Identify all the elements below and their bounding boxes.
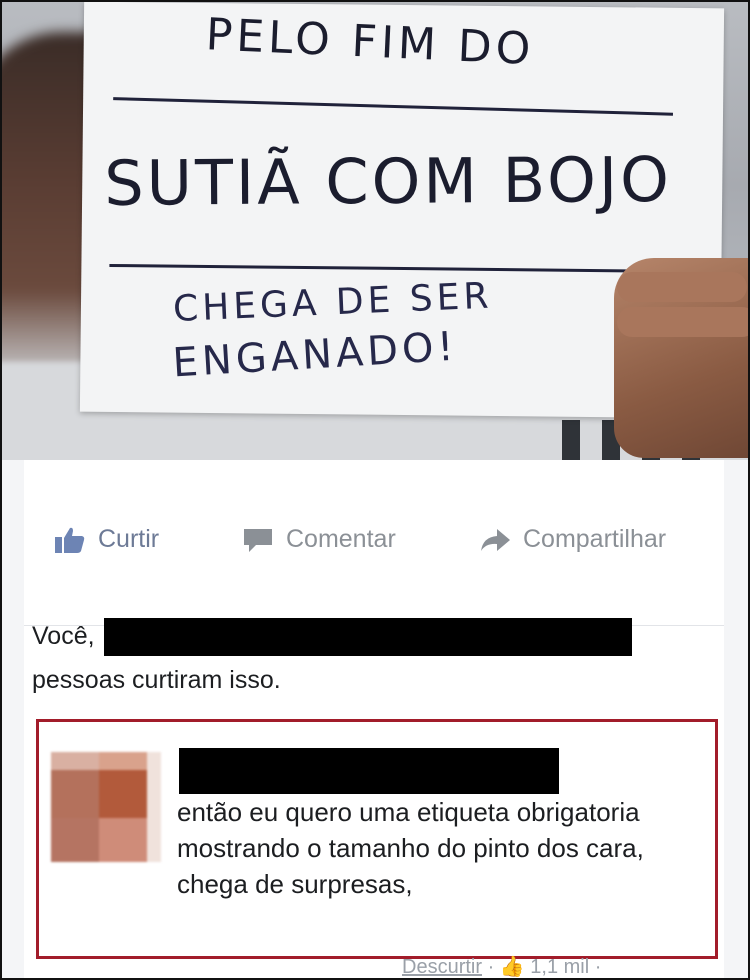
likes-suffix: pessoas curtiram isso. xyxy=(32,666,281,694)
sign-line-4: ENGANADO! xyxy=(171,323,459,387)
highlighted-comment: então eu quero uma etiqueta obrigatoria … xyxy=(36,719,718,959)
like-count-icon: 👍 xyxy=(499,956,525,978)
sign-underline xyxy=(109,263,690,274)
likes-line-1: Você, xyxy=(32,614,692,658)
finger xyxy=(617,272,747,302)
post-photo[interactable]: PELO FIM DO SUTIÃ COM BOJO CHEGA DE SER … xyxy=(2,2,748,460)
share-label: Compartilhar xyxy=(523,525,667,553)
background-stripe xyxy=(562,420,580,460)
comment-text: então eu quero uma etiqueta obrigatoria … xyxy=(177,797,644,899)
share-button[interactable]: Compartilhar xyxy=(479,525,666,554)
screenshot-frame: PELO FIM DO SUTIÃ COM BOJO CHEGA DE SER … xyxy=(0,0,750,980)
likes-summary: Você, pessoas curtiram isso. xyxy=(32,614,692,702)
redacted-names xyxy=(103,618,632,657)
like-button[interactable]: Curtir xyxy=(54,525,159,554)
unlike-link[interactable]: Descurtir xyxy=(402,956,482,978)
sign-line-1: PELO FIM DO xyxy=(204,9,536,76)
likes-prefix: Você, xyxy=(32,622,95,650)
sign-line-2: SUTIÃ COM BOJO xyxy=(104,142,673,220)
comment-label: Comentar xyxy=(286,525,396,553)
like-count: 1,1 mil xyxy=(530,956,590,978)
thumbs-up-icon xyxy=(55,527,85,553)
speech-bubble-icon xyxy=(244,528,272,552)
action-bar: Curtir Comentar Compartilhar xyxy=(24,460,724,626)
comment-button[interactable]: Comentar xyxy=(242,525,396,554)
redacted-commenter-name[interactable] xyxy=(179,748,559,794)
like-label: Curtir xyxy=(98,525,160,553)
sign-underline xyxy=(113,97,674,116)
comment-meta: Descurtir · 👍 1,1 mil · xyxy=(402,956,602,978)
avatar[interactable] xyxy=(51,752,161,862)
sign-line-3: CHEGA DE SER xyxy=(172,275,494,330)
share-arrow-icon xyxy=(481,528,510,551)
finger xyxy=(617,307,748,337)
